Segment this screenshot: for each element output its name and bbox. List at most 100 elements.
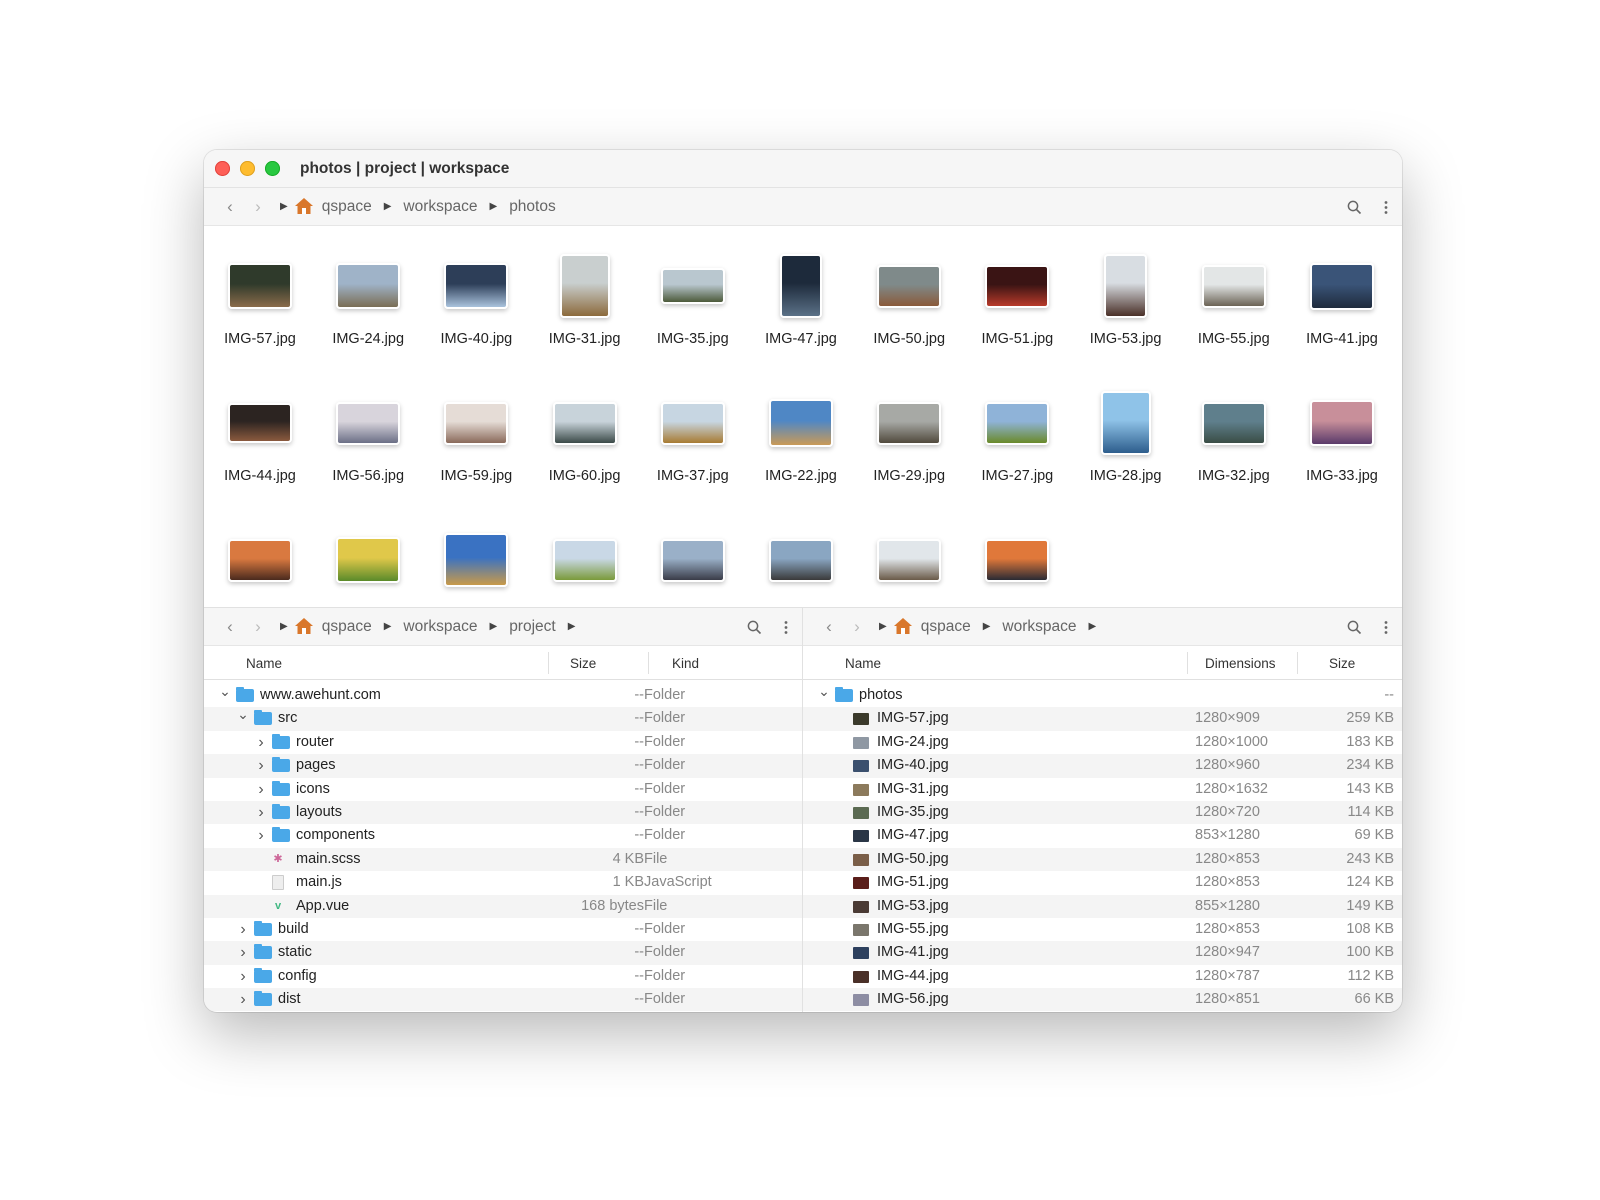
thumbnail-item[interactable] <box>963 526 1071 605</box>
thumbnail-item[interactable]: IMG-28.jpg <box>1072 389 1180 484</box>
file-row[interactable]: IMG-40.jpg 1280×960 234 KB <box>803 754 1402 778</box>
minimize-button[interactable] <box>240 161 255 176</box>
forward-icon[interactable]: › <box>248 617 268 637</box>
folder-row[interactable]: ⌄ src -- Folder <box>204 706 802 731</box>
home-icon[interactable] <box>294 617 314 635</box>
folder-row[interactable]: › components -- Folder <box>204 824 802 847</box>
file-row[interactable]: IMG-57.jpg 1280×909 259 KB <box>803 707 1402 731</box>
thumbnail-item[interactable]: IMG-60.jpg <box>531 389 639 484</box>
column-size[interactable]: Size <box>570 656 596 671</box>
photo-thumbnail[interactable] <box>660 538 725 582</box>
forward-icon[interactable]: › <box>847 617 867 637</box>
thumbnail-item[interactable] <box>855 526 963 605</box>
folder-row[interactable]: › router -- Folder <box>204 731 802 754</box>
photo-thumbnail[interactable] <box>1310 400 1374 446</box>
folder-row[interactable]: ⌄ photos -- <box>803 683 1402 707</box>
more-options-icon[interactable] <box>1384 620 1388 635</box>
thumbnail-item[interactable]: IMG-50.jpg <box>855 252 963 347</box>
file-row[interactable]: IMG-35.jpg 1280×720 114 KB <box>803 800 1402 825</box>
column-size[interactable]: Size <box>1329 656 1355 671</box>
file-row[interactable]: IMG-51.jpg 1280×853 124 KB <box>803 871 1402 894</box>
file-row[interactable]: IMG-44.jpg 1280×787 112 KB <box>803 965 1402 988</box>
file-row[interactable]: IMG-55.jpg 1280×853 108 KB <box>803 918 1402 941</box>
folder-row[interactable]: › static -- Folder <box>204 941 802 965</box>
chevron-down-icon[interactable]: ⌄ <box>817 680 831 703</box>
thumbnail-item[interactable] <box>639 526 747 605</box>
breadcrumb-workspace[interactable]: workspace <box>403 618 477 636</box>
chevron-right-icon[interactable]: › <box>236 918 250 941</box>
home-icon[interactable] <box>294 197 314 215</box>
photo-thumbnail[interactable] <box>769 399 833 447</box>
thumbnail-item[interactable]: IMG-59.jpg <box>422 389 530 484</box>
chevron-right-icon[interactable]: › <box>254 754 268 777</box>
file-row[interactable]: IMG-31.jpg 1280×1632 143 KB <box>803 778 1402 801</box>
thumbnail-item[interactable]: IMG-29.jpg <box>855 389 963 484</box>
file-row[interactable]: v App.vue 168 bytes File <box>204 894 802 918</box>
thumbnail-item[interactable]: IMG-41.jpg <box>1288 252 1396 347</box>
photo-thumbnail[interactable] <box>877 264 942 308</box>
chevron-right-icon[interactable]: › <box>254 778 268 801</box>
thumbnail-item[interactable]: IMG-44.jpg <box>206 389 314 484</box>
thumbnail-item[interactable]: IMG-53.jpg <box>1072 252 1180 347</box>
photo-thumbnail[interactable] <box>336 401 401 445</box>
thumbnail-item[interactable]: IMG-56.jpg <box>314 389 422 484</box>
thumbnail-item[interactable]: IMG-27.jpg <box>963 389 1071 484</box>
breadcrumb-photos[interactable]: photos <box>509 198 556 216</box>
back-icon[interactable]: ‹ <box>220 617 240 637</box>
breadcrumb-qspace[interactable]: qspace <box>322 618 372 636</box>
chevron-right-icon[interactable]: › <box>254 731 268 754</box>
photo-thumbnail[interactable] <box>228 538 292 582</box>
thumbnail-item[interactable]: IMG-24.jpg <box>314 252 422 347</box>
more-options-icon[interactable] <box>1384 200 1388 215</box>
photo-thumbnail[interactable] <box>444 263 509 309</box>
photo-thumbnail[interactable] <box>1310 262 1374 310</box>
thumbnail-item[interactable]: IMG-31.jpg <box>531 252 639 347</box>
column-name[interactable]: Name <box>246 656 282 671</box>
chevron-down-icon[interactable]: ⌄ <box>236 703 250 726</box>
thumbnail-item[interactable]: IMG-33.jpg <box>1288 389 1396 484</box>
thumbnail-item[interactable]: IMG-32.jpg <box>1180 389 1288 484</box>
photo-thumbnail[interactable] <box>444 401 509 445</box>
file-row[interactable]: IMG-50.jpg 1280×853 243 KB <box>803 847 1402 872</box>
back-icon[interactable]: ‹ <box>819 617 839 637</box>
back-icon[interactable]: ‹ <box>220 197 240 217</box>
breadcrumb-project[interactable]: project <box>509 618 556 636</box>
folder-row[interactable]: › dist -- Folder <box>204 988 802 1012</box>
folder-row[interactable]: › config -- Folder <box>204 965 802 988</box>
column-dimensions[interactable]: Dimensions <box>1205 656 1276 671</box>
photo-thumbnail[interactable] <box>660 268 725 304</box>
breadcrumb-qspace[interactable]: qspace <box>921 618 971 636</box>
search-icon[interactable] <box>1347 200 1362 215</box>
photo-thumbnail[interactable] <box>769 538 833 582</box>
photo-thumbnail[interactable] <box>228 403 292 443</box>
breadcrumb-workspace[interactable]: workspace <box>403 198 477 216</box>
photo-thumbnail[interactable] <box>559 254 610 318</box>
thumbnail-item[interactable] <box>314 526 422 605</box>
more-options-icon[interactable] <box>784 620 788 635</box>
photo-thumbnail[interactable] <box>985 264 1050 308</box>
chevron-right-icon[interactable]: › <box>236 941 250 964</box>
search-icon[interactable] <box>747 620 762 635</box>
photo-thumbnail[interactable] <box>444 533 509 587</box>
file-row[interactable]: IMG-24.jpg 1280×1000 183 KB <box>803 731 1402 754</box>
thumbnail-item[interactable]: IMG-40.jpg <box>422 252 530 347</box>
search-icon[interactable] <box>1347 620 1362 635</box>
thumbnail-item[interactable]: IMG-35.jpg <box>639 252 747 347</box>
column-name[interactable]: Name <box>845 656 881 671</box>
chevron-right-icon[interactable]: › <box>254 824 268 847</box>
file-row[interactable]: IMG-47.jpg 853×1280 69 KB <box>803 824 1402 847</box>
thumbnail-item[interactable]: IMG-57.jpg <box>206 252 314 347</box>
photo-thumbnail[interactable] <box>1104 254 1148 318</box>
file-row[interactable]: main.js 1 KB JavaScript <box>204 871 802 894</box>
column-kind[interactable]: Kind <box>672 656 699 671</box>
photo-thumbnail[interactable] <box>1201 401 1266 445</box>
photo-thumbnail[interactable] <box>985 401 1050 445</box>
file-row[interactable]: IMG-56.jpg 1280×851 66 KB <box>803 988 1402 1012</box>
thumbnail-item[interactable] <box>206 526 314 605</box>
chevron-right-icon[interactable]: › <box>236 965 250 988</box>
folder-row[interactable]: › layouts -- Folder <box>204 800 802 825</box>
thumbnail-item[interactable] <box>747 526 855 605</box>
thumbnail-item[interactable] <box>531 526 639 605</box>
thumbnail-item[interactable]: IMG-55.jpg <box>1180 252 1288 347</box>
photo-thumbnail[interactable] <box>336 263 401 309</box>
